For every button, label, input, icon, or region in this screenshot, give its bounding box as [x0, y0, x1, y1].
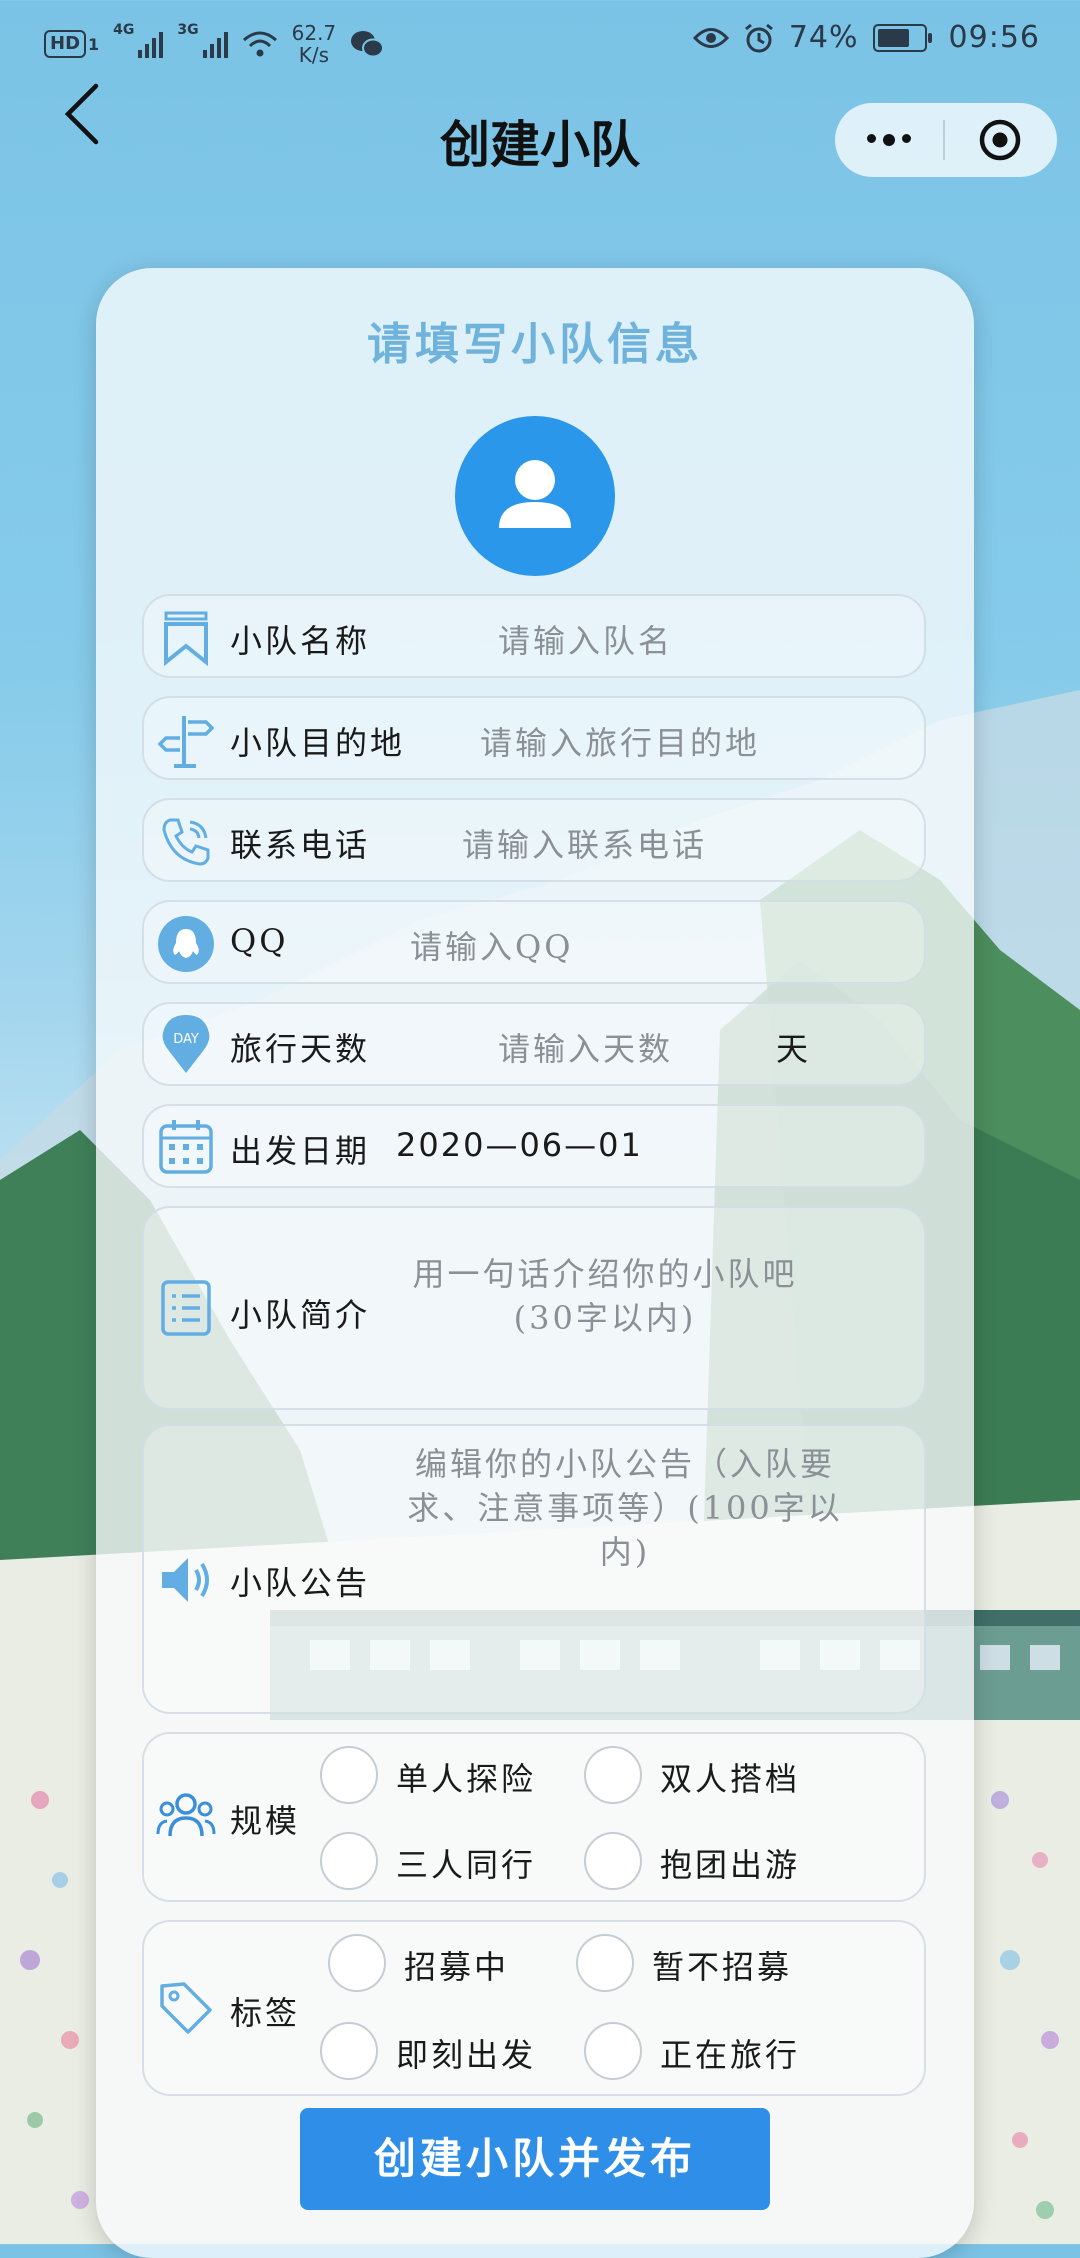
battery-percent: 74% [788, 20, 859, 55]
intro-row[interactable]: 小队简介 用一句话介绍你的小队吧 (30字以内) [142, 1206, 926, 1410]
radio-tag-leaving-now[interactable] [320, 2022, 378, 2080]
calendar-icon [156, 1116, 216, 1176]
wechat-icon [351, 31, 385, 58]
network-3g-label: 3G [177, 22, 199, 38]
form-title: 请填写小队信息 [367, 319, 703, 370]
notice-placeholder-line2: 求、注意事项等）(100字以 [407, 1489, 843, 1527]
wifi-icon [242, 31, 277, 57]
radio-scale-duo[interactable] [584, 1746, 642, 1804]
day-pin-icon: DAY [156, 1014, 216, 1074]
notice-placeholder-line1: 编辑你的小队公告（入队要 [414, 1445, 835, 1483]
form-card: 请填写小队信息 小队名称 请输入队名 小队目的地 请输入旅行目的地 联系电话 请… [96, 268, 974, 2258]
option-tag-leaving-now: 即刻出发 [396, 2036, 537, 2074]
more-button[interactable] [835, 134, 943, 146]
qq-input[interactable]: 请输入QQ [410, 922, 573, 968]
team-name-row[interactable]: 小队名称 请输入队名 [142, 594, 926, 678]
option-scale-duo: 双人搭档 [660, 1760, 801, 1798]
qq-icon [156, 914, 216, 974]
radio-scale-trio[interactable] [320, 1832, 378, 1890]
option-scale-trio: 三人同行 [396, 1846, 537, 1884]
scale-row: 规模 单人探险 双人搭档 三人同行 抱团出游 [142, 1732, 926, 1902]
tags-label: 标签 [230, 1994, 301, 2032]
qq-label: QQ [230, 922, 289, 960]
notice-label: 小队公告 [230, 1564, 371, 1602]
sim-slot: 1 [88, 34, 100, 54]
intro-placeholder-line2: (30字以内) [513, 1299, 697, 1337]
speed-unit: K/s [298, 43, 330, 67]
scale-label: 规模 [230, 1802, 301, 1840]
group-icon [156, 1786, 216, 1846]
radio-tag-traveling[interactable] [584, 2022, 642, 2080]
destination-label: 小队目的地 [230, 724, 406, 762]
avatar-upload[interactable] [455, 416, 615, 576]
start-date-row[interactable]: 出发日期 2020—06—01 [142, 1104, 926, 1188]
user-icon [499, 460, 571, 528]
create-team-button[interactable]: 创建小队并发布 [300, 2108, 770, 2210]
target-icon [979, 119, 1021, 161]
signal-icon-2 [202, 30, 228, 58]
list-icon [156, 1278, 216, 1338]
network-4g-label: 4G [113, 22, 135, 38]
travel-days-unit: 天 [776, 1030, 811, 1068]
signal-icon [138, 30, 164, 58]
team-name-label: 小队名称 [230, 622, 371, 660]
speaker-icon [156, 1550, 216, 1610]
radio-scale-group[interactable] [584, 1832, 642, 1890]
option-tag-recruiting: 招募中 [404, 1948, 510, 1986]
intro-label: 小队简介 [230, 1296, 371, 1334]
destination-input[interactable]: 请输入旅行目的地 [480, 718, 760, 764]
alarm-icon [744, 23, 773, 52]
option-tag-traveling: 正在旅行 [660, 2036, 801, 2074]
clock: 09:56 [948, 20, 1040, 55]
travel-days-input[interactable]: 请输入天数 [498, 1024, 673, 1070]
qq-row[interactable]: QQ 请输入QQ [142, 900, 926, 984]
option-scale-group: 抱团出游 [660, 1846, 801, 1884]
mini-program-capsule [835, 103, 1057, 177]
status-bar: HD 1 4G 3G 62.7 K/s 74% 09:56 [0, 0, 1080, 80]
radio-scale-solo[interactable] [320, 1746, 378, 1804]
signpost-icon [156, 710, 216, 770]
eye-icon [692, 27, 729, 48]
tags-row: 标签 招募中 暂不招募 即刻出发 正在旅行 [142, 1920, 926, 2096]
phone-input[interactable]: 请输入联系电话 [462, 820, 707, 866]
phone-label: 联系电话 [230, 826, 371, 864]
notice-textarea[interactable]: 编辑你的小队公告（入队要 求、注意事项等）(100字以 内) [390, 1442, 860, 1574]
hd-indicator: HD [44, 30, 87, 58]
intro-textarea[interactable]: 用一句话介绍你的小队吧 (30字以内) [390, 1252, 820, 1340]
radio-tag-recruiting[interactable] [328, 1934, 386, 1992]
notice-placeholder-line3: 内) [599, 1533, 651, 1571]
destination-row[interactable]: 小队目的地 请输入旅行目的地 [142, 696, 926, 780]
option-scale-solo: 单人探险 [396, 1760, 537, 1798]
notice-row[interactable]: 小队公告 编辑你的小队公告（入队要 求、注意事项等）(100字以 内) [142, 1424, 926, 1714]
tag-icon [156, 1978, 216, 2038]
team-name-input[interactable]: 请输入队名 [498, 616, 673, 662]
start-date-label: 出发日期 [230, 1132, 371, 1170]
option-tag-not-recruiting: 暂不招募 [652, 1948, 793, 1986]
speed-value: 62.7 [291, 21, 337, 45]
bookmark-icon [156, 608, 216, 668]
travel-days-label: 旅行天数 [230, 1030, 371, 1068]
phone-icon [156, 812, 216, 872]
travel-days-row[interactable]: DAY 旅行天数 请输入天数 天 [142, 1002, 926, 1086]
close-mini-program-button[interactable] [945, 118, 1055, 162]
phone-row[interactable]: 联系电话 请输入联系电话 [142, 798, 926, 882]
intro-placeholder-line1: 用一句话介绍你的小队吧 [412, 1255, 798, 1293]
radio-tag-not-recruiting[interactable] [576, 1934, 634, 1992]
battery-icon [872, 23, 932, 52]
start-date-picker[interactable]: 2020—06—01 [396, 1126, 643, 1164]
network-speed: 62.7 K/s [292, 22, 337, 66]
day-pin-text: DAY [173, 1032, 199, 1047]
